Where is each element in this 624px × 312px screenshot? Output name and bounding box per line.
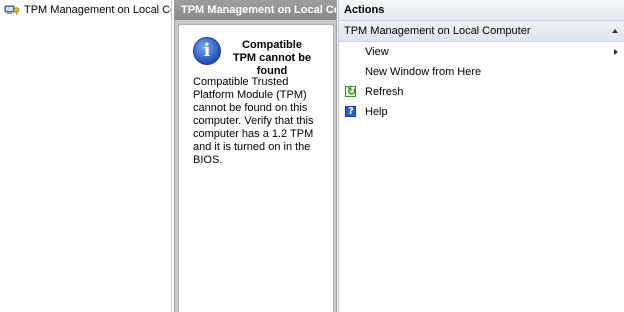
tpm-computer-icon <box>4 4 20 16</box>
actions-section-header[interactable]: TPM Management on Local Computer <box>339 21 624 42</box>
action-new-window-label: New Window from Here <box>365 66 482 78</box>
action-view-label: View <box>365 46 389 58</box>
submenu-arrow-icon <box>614 49 618 55</box>
actions-header: Actions <box>339 0 624 21</box>
actions-section-label: TPM Management on Local Computer <box>344 25 531 37</box>
details-header: TPM Management on Local Comp... <box>175 0 336 20</box>
message-title: Compatible TPM cannot be found <box>232 39 312 77</box>
tree-pane: TPM Management on Local Comp <box>0 0 172 312</box>
message-card: i Compatible TPM cannot be found Compati… <box>178 24 334 312</box>
info-icon: i <box>193 37 221 65</box>
action-refresh-label: Refresh <box>365 86 404 98</box>
collapse-up-icon[interactable] <box>612 29 618 33</box>
message-body: Compatible Trusted Platform Module (TPM)… <box>193 76 314 166</box>
actions-pane: Actions TPM Management on Local Computer… <box>338 0 624 312</box>
action-new-window[interactable]: New Window from Here <box>339 62 624 82</box>
action-view[interactable]: View <box>339 42 624 62</box>
refresh-icon <box>345 82 356 102</box>
details-pane: TPM Management on Local Comp... i Compat… <box>174 0 337 312</box>
tree-root-label: TPM Management on Local Comp <box>24 4 171 16</box>
action-help[interactable]: Help <box>339 102 624 122</box>
help-icon <box>345 102 356 122</box>
action-help-label: Help <box>365 106 388 118</box>
tree-root-item[interactable]: TPM Management on Local Comp <box>0 0 171 20</box>
action-refresh[interactable]: Refresh <box>339 82 624 102</box>
